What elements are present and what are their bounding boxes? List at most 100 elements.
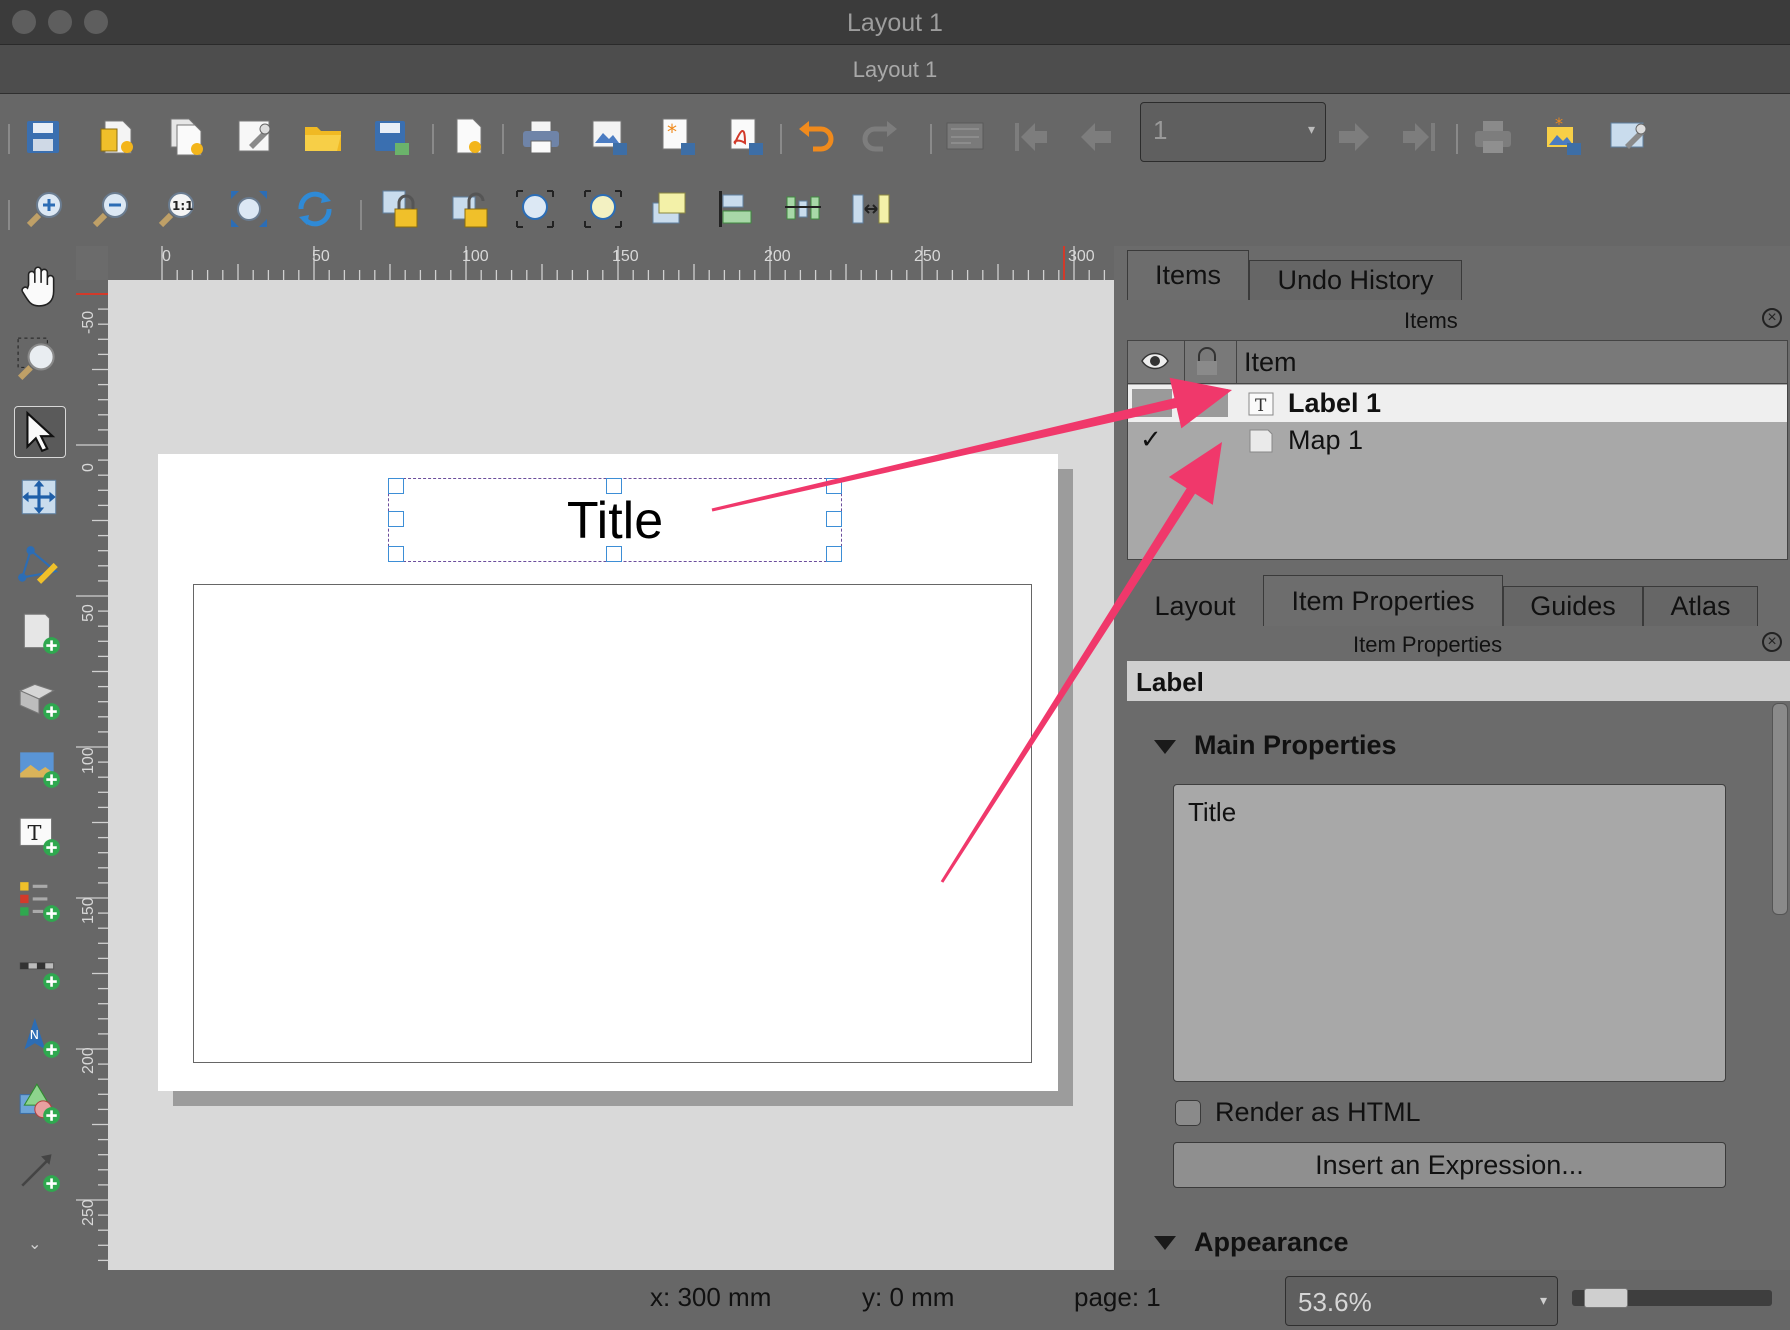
render-as-html-label: Render as HTML xyxy=(1215,1097,1421,1127)
label-item[interactable]: Title xyxy=(388,478,842,562)
lock-icon[interactable] xyxy=(1194,347,1220,382)
zoom-actual-icon[interactable]: 1:1 xyxy=(156,186,202,232)
tab-guides[interactable]: Guides xyxy=(1503,586,1643,626)
resize-icon[interactable] xyxy=(848,186,894,232)
more-tools-chevron-icon[interactable]: ⌄ xyxy=(28,1234,41,1254)
add-map-icon[interactable] xyxy=(14,608,64,658)
main-properties-group[interactable]: Main Properties xyxy=(1194,730,1397,761)
duplicate-layout-icon[interactable] xyxy=(164,114,210,160)
close-icon[interactable]: × xyxy=(1762,632,1782,652)
items-tree[interactable]: Item T Label 1 ✓ Map 1 xyxy=(1127,340,1788,560)
tree-row-label-1[interactable]: T Label 1 xyxy=(1128,385,1787,422)
tab-layout[interactable]: Layout xyxy=(1127,586,1263,626)
redo-icon[interactable] xyxy=(858,114,904,160)
zoom-level-combo[interactable]: 53.6% ▾ xyxy=(1285,1276,1558,1326)
add-3d-map-icon[interactable] xyxy=(14,674,64,724)
next-feature-icon[interactable] xyxy=(1330,114,1376,160)
open-template-icon[interactable] xyxy=(300,114,346,160)
export-svg-icon[interactable]: * xyxy=(654,114,700,160)
unlock-items-icon[interactable] xyxy=(446,186,492,232)
add-shape-icon[interactable] xyxy=(14,1078,64,1128)
zoom-in-icon[interactable] xyxy=(24,186,70,232)
atlas-settings-icon[interactable] xyxy=(1606,114,1652,160)
atlas-print-icon[interactable] xyxy=(1470,114,1516,160)
export-image-icon[interactable] xyxy=(586,114,632,160)
ruler-label: 250 xyxy=(80,1199,97,1226)
resize-handle[interactable] xyxy=(826,478,842,494)
save-layout-icon[interactable] xyxy=(20,114,66,160)
resize-handle[interactable] xyxy=(826,546,842,562)
eye-icon[interactable] xyxy=(1140,349,1170,378)
cursor-y-readout: y: 0 mm xyxy=(862,1282,955,1312)
atlas-page-value: 1 xyxy=(1153,115,1168,145)
tree-row-map-1[interactable]: ✓ Map 1 xyxy=(1128,422,1787,459)
toolbar-separator xyxy=(432,124,434,154)
add-north-arrow-icon[interactable]: N xyxy=(14,1012,64,1062)
collapse-triangle-icon[interactable] xyxy=(1154,740,1176,754)
appearance-group[interactable]: Appearance xyxy=(1194,1227,1349,1258)
refresh-icon[interactable] xyxy=(292,186,338,232)
insert-expression-button[interactable]: Insert an Expression... xyxy=(1173,1142,1726,1188)
visibility-check-icon[interactable]: ✓ xyxy=(1140,424,1162,455)
first-feature-icon[interactable] xyxy=(1008,114,1054,160)
add-legend-icon[interactable] xyxy=(14,876,64,926)
map-item[interactable] xyxy=(193,584,1032,1063)
resize-handle[interactable] xyxy=(606,478,622,494)
render-as-html-checkbox[interactable] xyxy=(1175,1100,1201,1126)
zoom-tool-icon[interactable] xyxy=(14,334,64,384)
atlas-export-icon[interactable]: * xyxy=(1540,114,1586,160)
tab-undo-history[interactable]: Undo History xyxy=(1249,260,1462,300)
distribute-icon[interactable] xyxy=(780,186,826,232)
collapse-triangle-icon[interactable] xyxy=(1154,1236,1176,1250)
svg-text:*: * xyxy=(1555,115,1563,133)
raise-items-icon[interactable] xyxy=(646,186,692,232)
export-pdf-icon[interactable] xyxy=(722,114,768,160)
zoom-full-icon[interactable] xyxy=(226,186,272,232)
move-content-icon[interactable] xyxy=(14,472,64,522)
tab-items[interactable]: Items xyxy=(1127,250,1249,300)
select-all-icon[interactable] xyxy=(512,186,558,232)
zoom-out-icon[interactable] xyxy=(90,186,136,232)
add-scalebar-icon[interactable] xyxy=(14,944,64,994)
atlas-page-selector[interactable]: 1 ▾ xyxy=(1140,102,1326,162)
zoom-slider[interactable] xyxy=(1572,1288,1772,1308)
close-icon[interactable]: × xyxy=(1762,308,1782,328)
deselect-icon[interactable] xyxy=(580,186,626,232)
visibility-toggle[interactable] xyxy=(1132,389,1172,417)
atlas-preview-icon[interactable] xyxy=(942,114,988,160)
add-picture-icon[interactable] xyxy=(14,742,64,792)
items-tree-header: Item xyxy=(1128,341,1787,384)
select-move-icon[interactable] xyxy=(14,406,66,458)
print-icon[interactable] xyxy=(518,114,564,160)
previous-feature-icon[interactable] xyxy=(1074,114,1120,160)
resize-handle[interactable] xyxy=(826,511,842,527)
resize-handle[interactable] xyxy=(388,546,404,562)
save-as-template-icon[interactable] xyxy=(368,114,414,160)
resize-handle[interactable] xyxy=(606,546,622,562)
properties-scrollbar[interactable] xyxy=(1772,703,1788,915)
toolbar-separator xyxy=(360,200,362,230)
tab-item-properties[interactable]: Item Properties xyxy=(1263,575,1503,626)
align-left-icon[interactable] xyxy=(712,186,758,232)
resize-handle[interactable] xyxy=(388,478,404,494)
resize-handle[interactable] xyxy=(388,511,404,527)
pan-icon[interactable] xyxy=(14,260,64,310)
edit-nodes-icon[interactable] xyxy=(14,540,64,590)
layout-manager-icon[interactable] xyxy=(232,114,278,160)
new-layout-icon[interactable] xyxy=(96,114,142,160)
chevron-down-icon: ▾ xyxy=(1539,1292,1547,1308)
tab-atlas[interactable]: Atlas xyxy=(1643,586,1758,626)
lock-items-icon[interactable] xyxy=(376,186,422,232)
undo-icon[interactable] xyxy=(792,114,838,160)
tree-row-name: Map 1 xyxy=(1288,425,1364,455)
svg-text:*: * xyxy=(667,120,677,144)
new-from-template-icon[interactable] xyxy=(446,114,492,160)
navigation-toolbar: 1:1 xyxy=(0,186,1790,246)
add-arrow-icon[interactable] xyxy=(14,1146,64,1196)
ruler-label: 200 xyxy=(764,248,791,265)
lock-toggle[interactable] xyxy=(1188,389,1228,417)
last-feature-icon[interactable] xyxy=(1396,114,1442,160)
label-text-field[interactable]: Title xyxy=(1173,784,1726,1082)
add-label-icon[interactable]: T xyxy=(14,810,64,860)
zoom-slider-thumb[interactable] xyxy=(1584,1288,1629,1308)
